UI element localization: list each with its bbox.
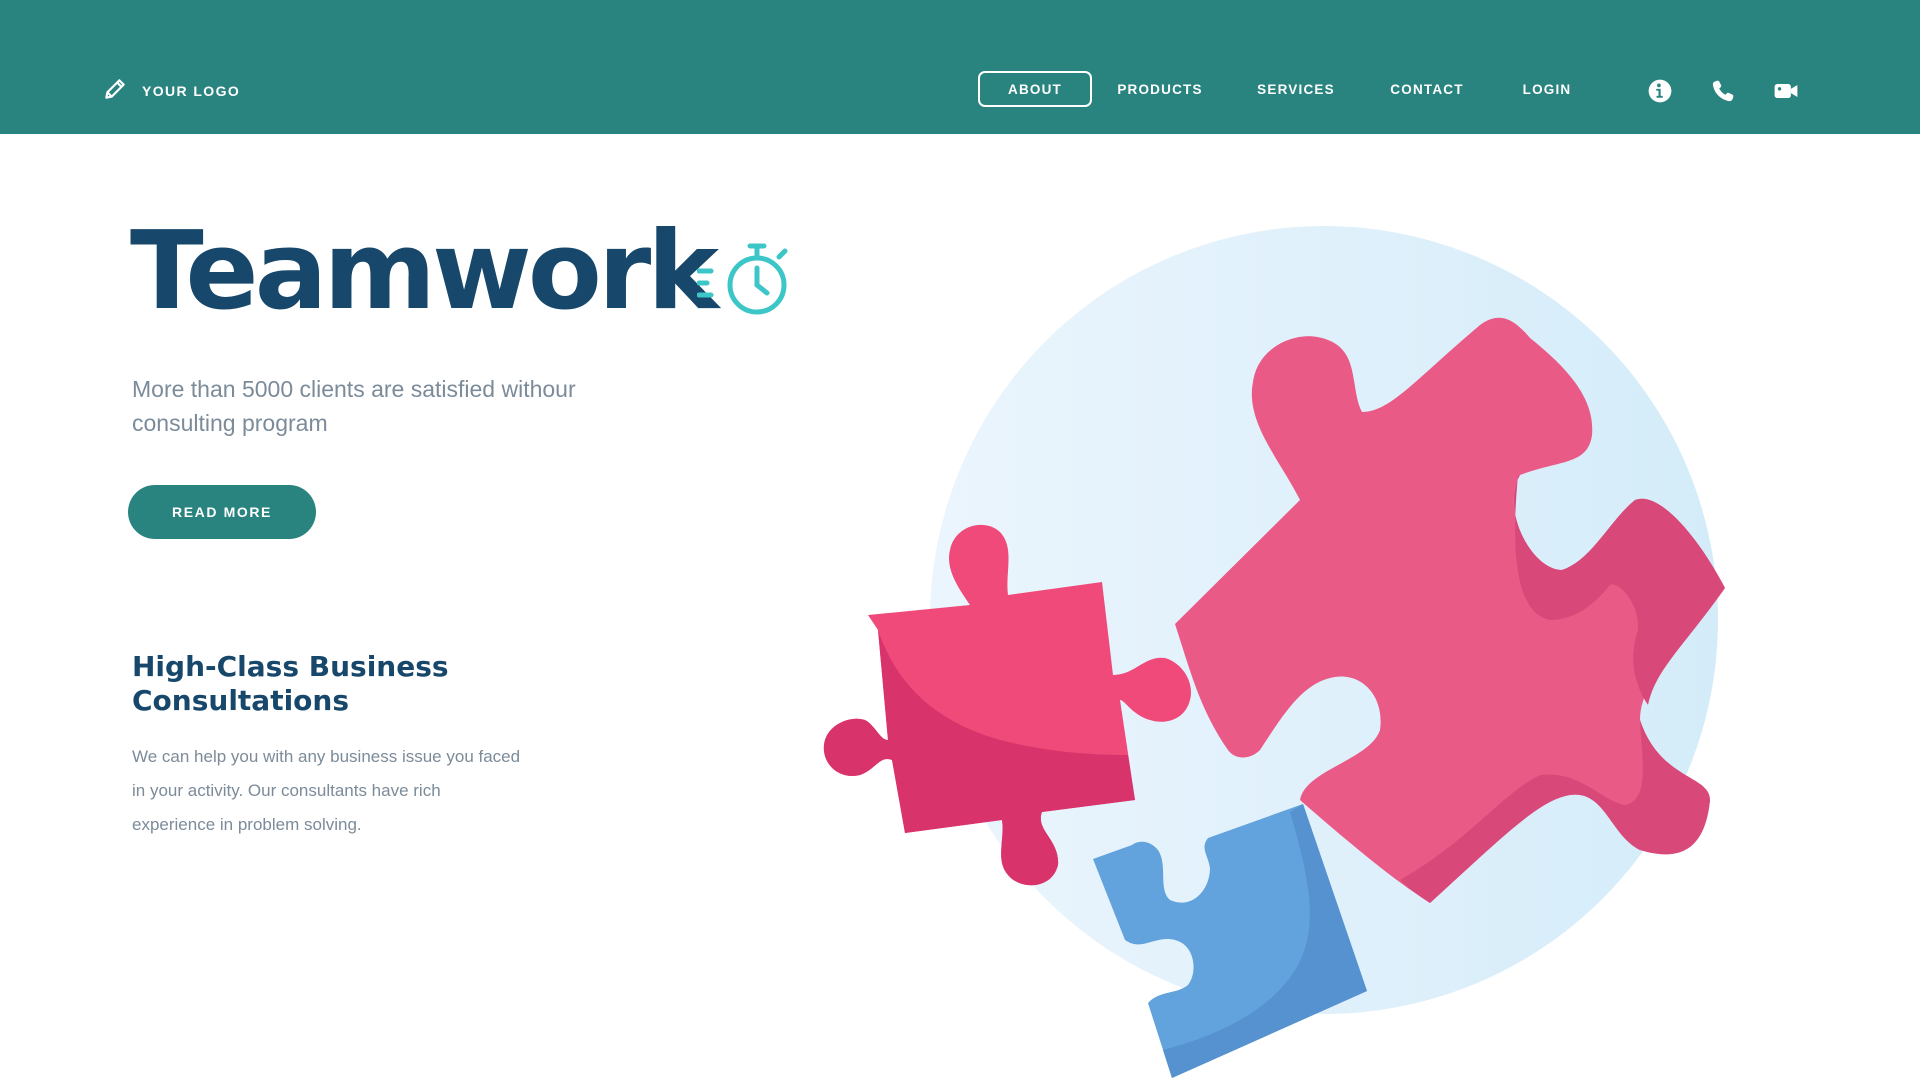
nav-services[interactable]: SERVICES [1228, 71, 1364, 107]
main-nav: ABOUT PRODUCTS SERVICES CONTACT LOGIN [978, 71, 1604, 107]
info-icon[interactable] [1647, 78, 1673, 104]
logo[interactable]: YOUR LOGO [102, 76, 240, 105]
read-more-button[interactable]: READ MORE [128, 485, 316, 539]
nav-products[interactable]: PRODUCTS [1092, 71, 1228, 107]
logo-text: YOUR LOGO [142, 82, 241, 99]
nav-about[interactable]: ABOUT [978, 71, 1092, 107]
section-body: We can help you with any business issue … [132, 747, 521, 834]
pencil-icon [102, 76, 128, 105]
site-header: YOUR LOGO ABOUT PRODUCTS SERVICES CONTAC… [0, 0, 1920, 134]
nav-login[interactable]: LOGIN [1490, 71, 1604, 107]
nav-contact[interactable]: CONTACT [1364, 71, 1490, 107]
hero-subtitle: More than 5000 clients are satisfied wit… [132, 376, 576, 436]
section-title: High-Class Business Consultations [132, 650, 449, 717]
phone-icon[interactable] [1710, 78, 1736, 104]
hero-title: Teamwork [130, 209, 719, 334]
puzzle-pieces-illustration [823, 226, 1725, 1078]
video-camera-icon[interactable] [1773, 78, 1799, 104]
header-icons [1647, 78, 1799, 104]
